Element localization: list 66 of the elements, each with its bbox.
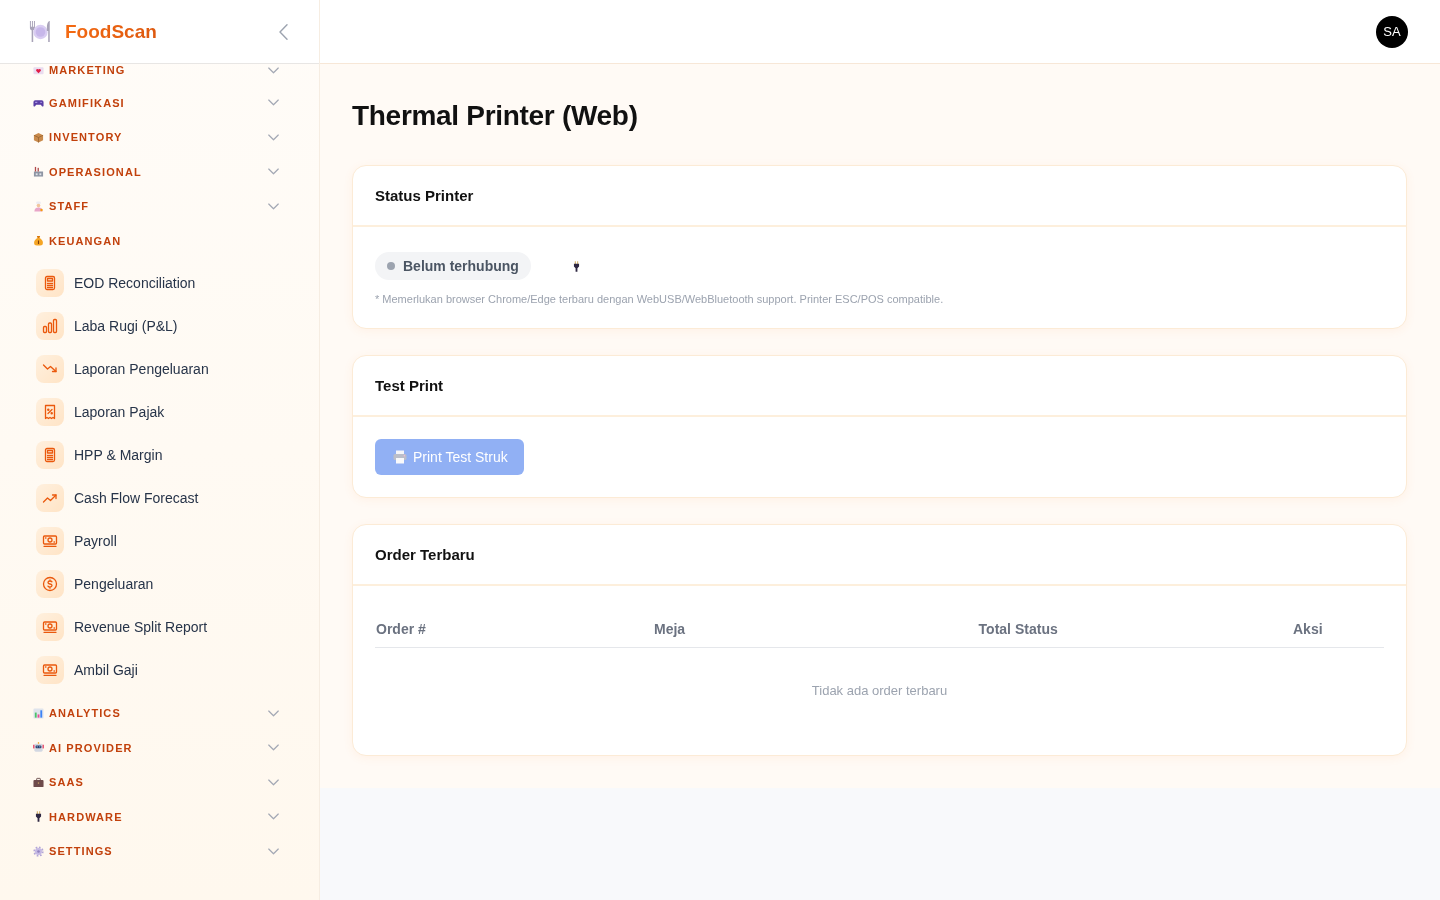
- sidebar-item[interactable]: Revenue Split Report: [0, 605, 319, 649]
- sidebar-item[interactable]: Cash Flow Forecast: [0, 476, 319, 520]
- bar-chart-icon: [36, 312, 64, 340]
- dollar-coin-icon: [36, 570, 64, 598]
- note-text: * Memerlukan browser Chrome/Edge terbaru dengan WebUSB/WebBluetooth support. Printer ESC/POS compatible.: [375, 292, 945, 306]
- calculator-icon: [36, 441, 64, 469]
- calculator-icon: [36, 269, 64, 297]
- sidebar-item[interactable]: EOD Reconciliation: [0, 261, 319, 305]
- user-avatar[interactable]: SA: [1376, 15, 1408, 48]
- status-label: Belum terhubung: [403, 258, 519, 274]
- gamepad-icon: [33, 97, 44, 109]
- sidebar-group[interactable]: HARDWARE: [0, 799, 319, 834]
- empty-message: Tidak ada order terbaru: [811, 683, 948, 698]
- sidebar-group[interactable]: KEUANGAN: [0, 223, 319, 258]
- printer-icon: [393, 450, 407, 464]
- chevron-down-icon: [268, 202, 279, 210]
- chevron-down-icon: [268, 133, 279, 141]
- box-icon: [33, 131, 44, 143]
- chevron-down-icon: [268, 168, 279, 176]
- chevron-down-icon: [268, 813, 279, 820]
- sidebar-group[interactable]: MARKETING: [0, 64, 319, 86]
- sidebar-item[interactable]: Laba Rugi (P&L): [0, 304, 319, 348]
- money-bag-icon: [33, 235, 44, 247]
- sidebar-item[interactable]: HPP & Margin: [0, 433, 319, 477]
- chevron-down-icon: [268, 99, 279, 107]
- page-title: Thermal Printer (Web): [352, 99, 639, 133]
- column-header: Order #: [375, 621, 427, 637]
- sidebar-group[interactable]: GAMIFIKASI: [0, 85, 319, 120]
- plate-icon: [28, 19, 53, 44]
- sidebar-group[interactable]: ANALYTICS: [0, 695, 319, 731]
- factory-icon: [33, 166, 44, 178]
- briefcase-icon: [33, 776, 44, 788]
- column-header: Aksi: [1292, 621, 1324, 637]
- sidebar-item[interactable]: Laporan Pajak: [0, 390, 319, 434]
- column-header: Status: [1014, 621, 1059, 637]
- robot-icon: [33, 742, 44, 753]
- sidebar-group[interactable]: OPERASIONAL: [0, 154, 319, 189]
- plug-icon: [33, 811, 44, 822]
- gear-icon: [33, 845, 44, 857]
- card-title: Status Printer: [375, 187, 474, 204]
- sidebar-group[interactable]: SETTINGS: [0, 833, 319, 869]
- sidebar-group[interactable]: SAAS: [0, 764, 319, 800]
- sidebar-item[interactable]: Ambil Gaji: [0, 648, 319, 692]
- banknote-icon: [36, 613, 64, 641]
- chevron-down-icon: [268, 66, 279, 74]
- chevron-down-icon: [268, 778, 279, 786]
- chevron-down-icon: [268, 744, 279, 751]
- trend-up-icon: [36, 484, 64, 512]
- banknote-icon: [36, 656, 64, 684]
- sidebar-group[interactable]: AI PROVIDER: [0, 730, 319, 765]
- column-header: Total: [977, 621, 1011, 637]
- chevron-down-icon: [268, 847, 279, 855]
- banknote-icon: [36, 527, 64, 555]
- chevron-down-icon: [268, 709, 279, 717]
- person-icon: [33, 200, 44, 212]
- trend-down-icon: [36, 355, 64, 383]
- column-header: Meja: [653, 621, 687, 637]
- receipt-icon: [36, 398, 64, 426]
- card-title: Test Print: [375, 377, 444, 394]
- bar-chart-icon: [33, 707, 44, 719]
- card-title: Order Terbaru: [375, 546, 475, 563]
- sidebar-item[interactable]: Pengeluaran: [0, 562, 319, 606]
- sidebar-item[interactable]: Payroll: [0, 519, 319, 563]
- sidebar-item[interactable]: Laporan Pengeluaran: [0, 347, 319, 391]
- sidebar-group[interactable]: INVENTORY: [0, 120, 319, 155]
- sidebar-group[interactable]: STAFF: [0, 189, 319, 224]
